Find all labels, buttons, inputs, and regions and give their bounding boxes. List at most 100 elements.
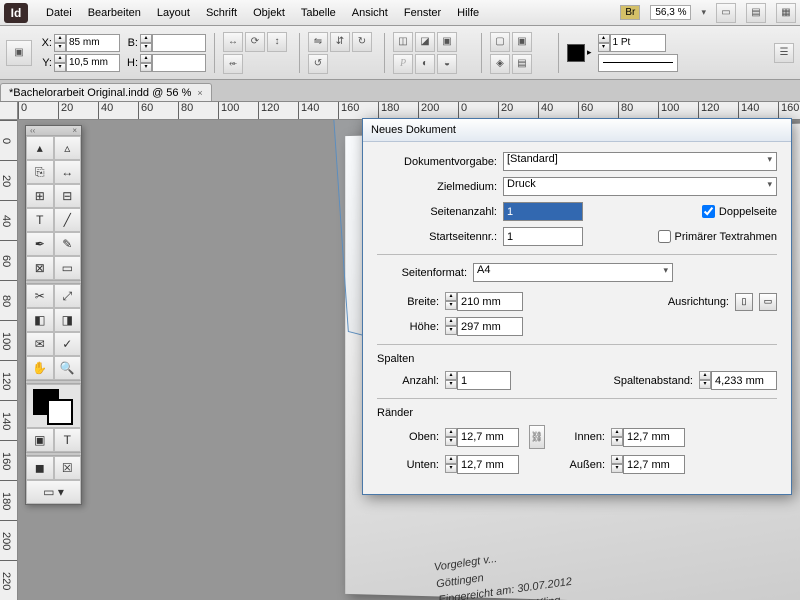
view-options-icon[interactable]: ▤ <box>746 3 766 23</box>
gutter-input[interactable] <box>711 371 777 390</box>
pen-tool[interactable]: ✒ <box>26 232 54 256</box>
startpage-input[interactable] <box>503 227 583 246</box>
bridge-badge[interactable]: Br <box>620 5 640 20</box>
preset-select[interactable]: [Standard] <box>503 152 777 171</box>
toolpanel-header[interactable] <box>26 126 81 136</box>
rotate-ccw-icon[interactable]: ↺ <box>308 54 328 74</box>
scale-y-icon[interactable]: ↕ <box>267 32 287 52</box>
format-text-icon[interactable]: T <box>54 428 82 452</box>
x-down[interactable]: ▾ <box>54 43 66 52</box>
top-up[interactable]: ▴ <box>445 428 457 437</box>
inside-down[interactable]: ▾ <box>611 437 623 446</box>
stroke-weight-input[interactable] <box>610 34 666 52</box>
top-down[interactable]: ▾ <box>445 437 457 446</box>
stroke-color-icon[interactable] <box>47 399 73 425</box>
flip-h-icon[interactable]: ⇋ <box>308 32 328 52</box>
rotate-icon[interactable]: ⟳ <box>245 32 265 52</box>
arrange-docs-icon[interactable]: ▦ <box>776 3 796 23</box>
scissors-tool[interactable]: ✂ <box>26 284 54 308</box>
bottom-down[interactable]: ▾ <box>445 464 457 473</box>
menu-tabelle[interactable]: Tabelle <box>293 7 344 19</box>
orientation-landscape-button[interactable]: ▭ <box>759 293 777 311</box>
w-input[interactable] <box>152 34 206 52</box>
select-content-icon[interactable]: ◪ <box>415 32 435 52</box>
gap-tool[interactable]: ↔ <box>54 160 82 184</box>
gutter-down[interactable]: ▾ <box>699 380 711 389</box>
strokew-up[interactable]: ▴ <box>598 34 610 43</box>
rotate-cw-icon[interactable]: ↻ <box>352 32 372 52</box>
shear-icon[interactable]: ⬰ <box>223 54 243 74</box>
margin-bottom-input[interactable] <box>457 455 519 474</box>
drop-shadow-icon[interactable]: ◐ <box>415 54 435 74</box>
facing-pages-checkbox[interactable]: Doppelseite <box>702 205 777 218</box>
screen-mode-icon[interactable]: ▭ <box>716 3 736 23</box>
h-up[interactable]: ▴ <box>140 54 152 63</box>
height-down[interactable]: ▾ <box>445 326 457 335</box>
wrap-bounding-icon[interactable]: ▣ <box>512 32 532 52</box>
menu-layout[interactable]: Layout <box>149 7 198 19</box>
x-up[interactable]: ▴ <box>54 34 66 43</box>
format-container-icon[interactable]: ▣ <box>26 428 54 452</box>
strokew-down[interactable]: ▾ <box>598 43 610 52</box>
fill-swatch[interactable] <box>567 44 585 62</box>
document-tab[interactable]: *Bachelorarbeit Original.indd @ 56 % × <box>0 83 212 101</box>
content-collector-tool[interactable]: ⊞ <box>26 184 54 208</box>
menu-bearbeiten[interactable]: Bearbeiten <box>80 7 149 19</box>
gradient-swatch-tool[interactable]: ◧ <box>26 308 54 332</box>
page-tool[interactable]: ⎘ <box>26 160 54 184</box>
width-input[interactable] <box>457 292 523 311</box>
y-up[interactable]: ▴ <box>54 54 66 63</box>
menu-fenster[interactable]: Fenster <box>396 7 449 19</box>
intent-select[interactable]: Druck <box>503 177 777 196</box>
y-input[interactable] <box>66 54 120 72</box>
primary-text-checkbox[interactable]: Primärer Textrahmen <box>658 230 778 243</box>
colcount-up[interactable]: ▴ <box>445 371 457 380</box>
margin-inside-input[interactable] <box>623 428 685 447</box>
type-tool[interactable]: T <box>26 208 54 232</box>
colcount-down[interactable]: ▾ <box>445 380 457 389</box>
select-container-icon[interactable]: ◫ <box>393 32 413 52</box>
wrap-shape-icon[interactable]: ◈ <box>490 54 510 74</box>
rectangle-tool[interactable]: ▭ <box>54 256 82 280</box>
fitting-icon[interactable]: ▣ <box>437 32 457 52</box>
x-input[interactable] <box>66 34 120 52</box>
page-format-select[interactable]: A4 <box>473 263 673 282</box>
bottom-up[interactable]: ▴ <box>445 455 457 464</box>
direct-selection-tool[interactable]: ▵ <box>54 136 82 160</box>
flip-v-icon[interactable]: ⇵ <box>330 32 350 52</box>
orientation-portrait-button[interactable]: ▯ <box>735 293 753 311</box>
w-up[interactable]: ▴ <box>140 34 152 43</box>
height-input[interactable] <box>457 317 523 336</box>
width-up[interactable]: ▴ <box>445 292 457 301</box>
apply-none-icon[interactable]: ☒ <box>54 456 82 480</box>
scale-x-icon[interactable]: ↔ <box>223 32 243 52</box>
menu-datei[interactable]: Datei <box>38 7 80 19</box>
outside-up[interactable]: ▴ <box>611 455 623 464</box>
menu-hilfe[interactable]: Hilfe <box>449 7 487 19</box>
ruler-origin[interactable] <box>0 102 18 120</box>
pencil-tool[interactable]: ✎ <box>54 232 82 256</box>
line-tool[interactable]: ╱ <box>54 208 82 232</box>
menu-objekt[interactable]: Objekt <box>245 7 293 19</box>
wrap-jump-icon[interactable]: ▤ <box>512 54 532 74</box>
h-input[interactable] <box>152 54 206 72</box>
selection-tool[interactable]: ▴ <box>26 136 54 160</box>
inside-up[interactable]: ▴ <box>611 428 623 437</box>
swatch-dropdown-icon[interactable]: ▸ <box>587 47 592 58</box>
stroke-style-select[interactable] <box>598 54 678 72</box>
reference-point-icon[interactable]: ▣ <box>6 40 32 66</box>
y-down[interactable]: ▾ <box>54 63 66 72</box>
h-down[interactable]: ▾ <box>140 63 152 72</box>
width-down[interactable]: ▾ <box>445 301 457 310</box>
gradient-feather-tool[interactable]: ◨ <box>54 308 82 332</box>
outside-down[interactable]: ▾ <box>611 464 623 473</box>
quick-apply-icon[interactable]: ☰ <box>774 43 794 63</box>
opacity-icon[interactable]: ◒ <box>437 54 457 74</box>
wrap-none-icon[interactable]: ▢ <box>490 32 510 52</box>
zoom-tool[interactable]: 🔍 <box>54 356 82 380</box>
view-mode-icon[interactable]: ▭ ▾ <box>26 480 81 504</box>
free-transform-tool[interactable]: ⤢ <box>54 284 82 308</box>
close-tab-icon[interactable]: × <box>197 88 202 98</box>
eyedropper-tool[interactable]: ✓ <box>54 332 82 356</box>
w-down[interactable]: ▾ <box>140 43 152 52</box>
